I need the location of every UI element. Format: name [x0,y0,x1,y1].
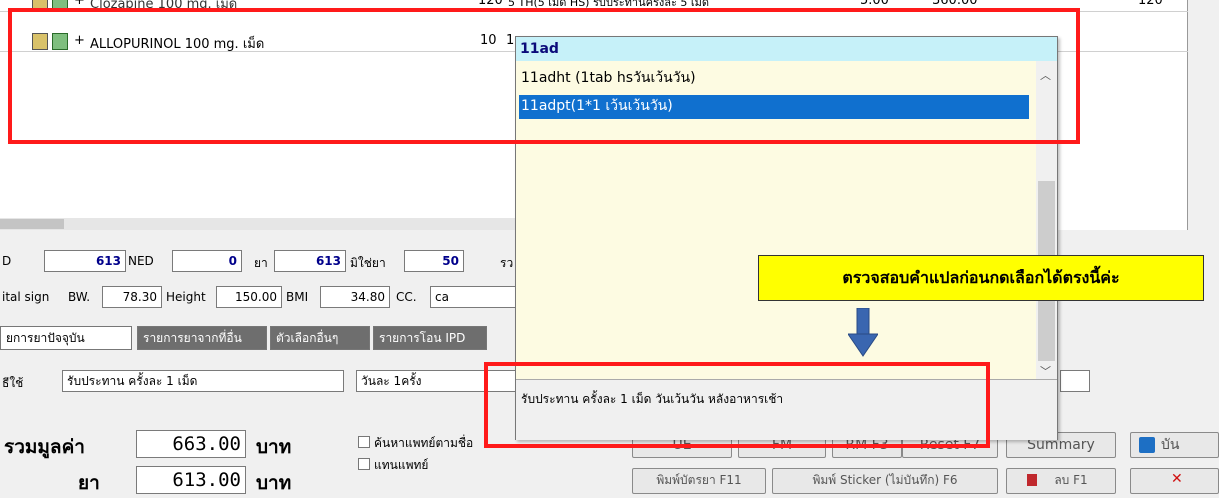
drug-total-label: ยา [78,472,100,494]
drug-price: 5.00 [860,0,889,8]
usage-field[interactable]: รับประทาน ครั้งละ 1 เม็ด [62,370,344,392]
ned-label: NED [128,254,154,268]
substitute-doctor-checkbox[interactable]: แทนแพทย์ [358,456,428,475]
drug-total-unit: บาท [256,472,292,494]
bmi-label: BMI [286,290,309,304]
vital-sign-label: ital sign [2,290,50,304]
nondrug-value: 50 [404,250,464,272]
total-value: 663.00 [136,430,246,458]
close-button[interactable]: ✕ [1130,468,1219,494]
save-icon [1139,437,1155,453]
checkbox-label: ค้นหาแพทย์ตามชื่อ [374,436,474,450]
height-label: Height [166,290,206,304]
highlight-frame-top [8,8,1080,144]
search-doctor-checkbox[interactable]: ค้นหาแพทย์ตามชื่อ [358,434,473,453]
chevron-down-icon[interactable]: ﹀ [1040,363,1051,379]
extra-label: รว [500,256,514,270]
d-value: 613 [44,250,126,272]
total-unit: บาท [256,436,292,458]
save-button[interactable]: บัน [1130,432,1219,458]
tab-other-drugs[interactable]: รายการยาจากที่อื่น [137,326,267,350]
usage-label: ธีใช้ [2,376,24,390]
total-label: รวมมูลค่า [4,436,85,458]
d-label: D [2,254,12,268]
drug-value: 613 [274,250,346,272]
height-field[interactable]: 150.00 [216,286,282,308]
delete-button[interactable]: ลบ F1 [1006,468,1116,494]
horizontal-scrollbar[interactable] [0,218,520,230]
bw-label: BW. [68,290,91,304]
bmi-field[interactable]: 34.80 [320,286,390,308]
drug-qty: 120 [478,0,503,8]
bw-field[interactable]: 78.30 [102,286,162,308]
drug-total: 360.00 [932,0,978,8]
extra-field[interactable] [1060,370,1090,392]
vertical-scrollbar[interactable] [1188,0,1219,230]
arrow-down-icon [848,308,878,357]
scroll-thumb[interactable] [0,219,64,229]
nondrug-label: มิใช่ยา [350,256,386,270]
drug-label: ยา [254,256,268,270]
drug-amount: 120 [1138,0,1163,8]
annotation-note: ตรวจสอบคำแปลก่อนกดเลือกได้ตรงนี้ค่ะ [758,255,1204,301]
cc-label: CC. [396,290,417,304]
drug-total-value: 613.00 [136,466,246,494]
highlight-frame-description [484,362,990,448]
save-button-label: บัน [1161,437,1180,453]
ned-value: 0 [172,250,242,272]
tab-other-options[interactable]: ตัวเลือกอื่นๆ [270,326,370,350]
print-sticker-button[interactable]: พิมพ์ Sticker (ไม่บันทึก) F6 [772,468,998,494]
tab-current-drugs[interactable]: ยการยาปัจจุบัน [0,326,132,350]
delete-icon [1027,474,1037,486]
row-sign: + [74,0,85,8]
checkbox-label: แทนแพทย์ [374,458,429,472]
delete-button-label: ลบ F1 [1054,473,1088,487]
tab-ipd-transfer[interactable]: รายการโอน IPD [373,326,487,350]
cc-field[interactable]: ca [430,286,516,308]
checkbox-box[interactable] [358,458,370,470]
close-icon: ✕ [1171,471,1183,487]
checkbox-box[interactable] [358,436,370,448]
print-drug-card-button[interactable]: พิมพ์บัตรยา F11 [632,468,766,494]
